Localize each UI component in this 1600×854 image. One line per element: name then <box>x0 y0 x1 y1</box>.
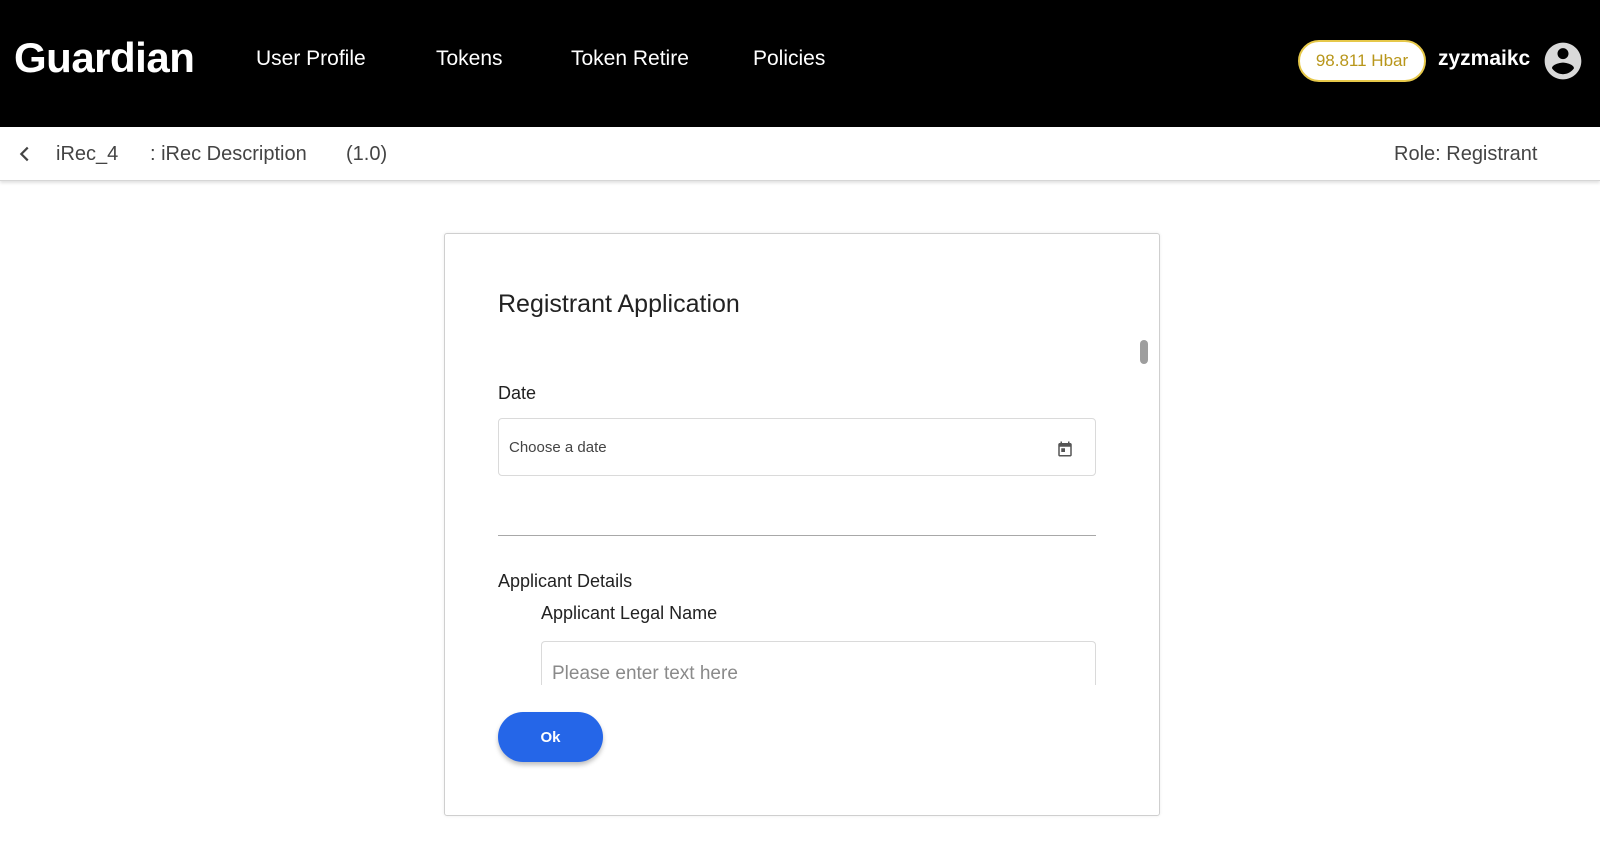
nav-user-profile[interactable]: User Profile <box>256 47 366 71</box>
username-label: zyzmaikc <box>1438 47 1531 70</box>
date-field[interactable]: Choose a date <box>498 418 1096 476</box>
ok-button[interactable]: Ok <box>498 712 603 762</box>
applicant-details-heading: Applicant Details <box>498 571 633 591</box>
legal-name-placeholder: Please enter text here <box>552 663 738 684</box>
dialog-scrollbar[interactable] <box>1140 340 1148 364</box>
legal-name-label: Applicant Legal Name <box>541 603 718 623</box>
role-label: Role: Registrant <box>1394 143 1538 165</box>
policy-name: iRec_4 <box>56 143 119 165</box>
date-label: Date <box>498 383 537 403</box>
policy-description: : iRec Description <box>150 143 307 165</box>
policy-version: (1.0) <box>346 143 388 165</box>
calendar-icon[interactable] <box>1056 440 1074 458</box>
legal-name-input[interactable]: Please enter text here <box>541 641 1096 685</box>
nav-token-retire[interactable]: Token Retire <box>571 47 689 71</box>
top-header: Guardian User Profile Tokens Token Retir… <box>0 0 1600 127</box>
section-divider <box>498 535 1096 536</box>
balance-badge[interactable]: 98.811 Hbar <box>1298 40 1426 82</box>
nav-tokens[interactable]: Tokens <box>436 47 503 71</box>
nav-policies[interactable]: Policies <box>753 47 825 71</box>
dialog-title: Registrant Application <box>498 290 740 318</box>
brand-logo[interactable]: Guardian <box>14 34 195 82</box>
chevron-left-icon[interactable] <box>14 143 36 165</box>
registrant-application-dialog: Registrant Application Date Choose a dat… <box>444 233 1160 816</box>
policy-subheader: iRec_4 : iRec Description (1.0) Role: Re… <box>0 127 1600 181</box>
date-placeholder: Choose a date <box>509 439 607 456</box>
account-circle-icon[interactable] <box>1541 39 1585 83</box>
